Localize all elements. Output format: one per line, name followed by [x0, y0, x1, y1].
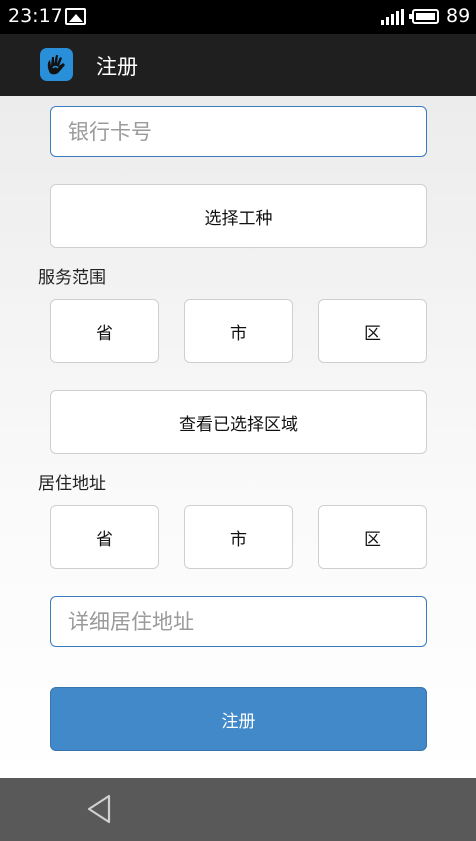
service-area-label: 服务范围	[38, 268, 106, 288]
image-icon	[65, 8, 86, 25]
battery-icon	[409, 9, 439, 24]
view-selected-areas-button[interactable]: 查看已选择区域	[50, 390, 427, 454]
residence-city-button[interactable]: 市	[184, 505, 293, 569]
view-selected-areas-label: 查看已选择区域	[179, 414, 298, 435]
residence-province-label: 省	[96, 529, 113, 550]
hand-logo-icon	[40, 48, 73, 81]
residence-province-button[interactable]: 省	[50, 505, 159, 569]
service-city-button[interactable]: 市	[184, 299, 293, 363]
service-district-label: 区	[364, 323, 381, 344]
select-job-type-label: 选择工种	[204, 208, 273, 229]
signal-icon	[381, 9, 405, 25]
status-bar: 23:17 89	[0, 0, 476, 34]
service-city-label: 市	[230, 323, 247, 344]
register-button[interactable]: 注册	[50, 687, 427, 751]
action-bar: 注册	[0, 34, 476, 96]
residence-city-label: 市	[230, 529, 247, 550]
back-icon[interactable]	[86, 794, 112, 824]
residence-district-label: 区	[364, 529, 381, 550]
residence-label: 居住地址	[38, 474, 106, 494]
service-district-button[interactable]: 区	[318, 299, 427, 363]
battery-level: 89	[446, 5, 471, 27]
register-form: 选择工种 服务范围 省 市 区 查看已选择区域 居住地址 省 市 区 注册	[0, 96, 476, 778]
select-job-type-button[interactable]: 选择工种	[50, 184, 427, 248]
bank-card-input[interactable]	[50, 106, 427, 157]
page-title: 注册	[96, 55, 138, 79]
residence-district-button[interactable]: 区	[318, 505, 427, 569]
navigation-bar	[0, 778, 476, 841]
status-time: 23:17	[8, 5, 63, 27]
register-button-label: 注册	[221, 711, 256, 732]
service-province-button[interactable]: 省	[50, 299, 159, 363]
service-province-label: 省	[96, 323, 113, 344]
address-detail-input[interactable]	[50, 596, 427, 647]
